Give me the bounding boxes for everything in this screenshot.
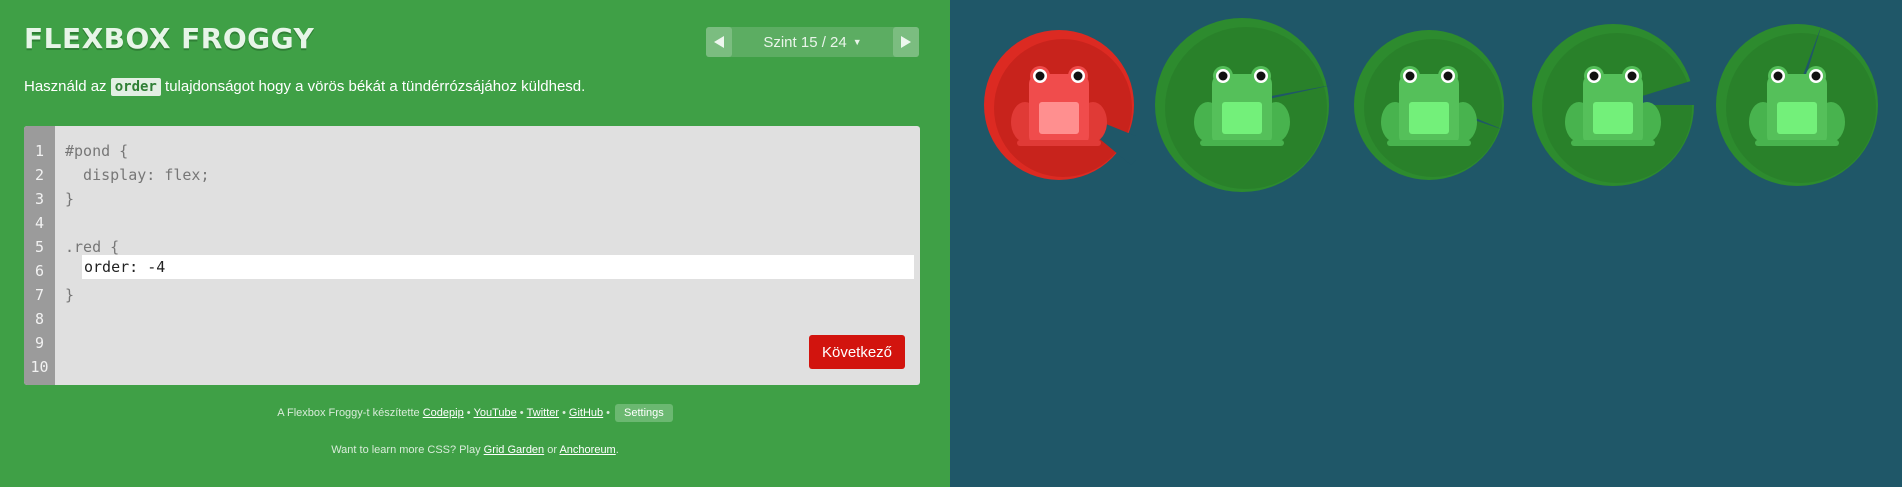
line-number: 10 [30,358,49,376]
line-number: 6 [34,262,45,280]
code-editor: 1 2 3 4 5 6 7 8 9 10 #pond { display: fl… [24,126,920,385]
instructions-text-start: Használd az [24,78,111,95]
more-css-promo: Want to learn more CSS? Play Grid Garden… [0,444,950,456]
line-number: 1 [34,142,45,160]
level-label: Szint 15 / 24 [763,33,847,51]
codepip-link[interactable]: Codepip [423,407,464,419]
green-frog [1369,52,1489,152]
twitter-link[interactable]: Twitter [527,407,559,419]
next-level-button[interactable] [893,27,919,57]
line-numbers: 1 2 3 4 5 6 7 8 9 10 [24,126,55,385]
next-button[interactable]: Következő [809,335,905,369]
instructions: Használd az order tulajdonságot hogy a v… [24,77,585,97]
separator: • [466,407,471,419]
level-selector[interactable]: Szint 15 / 24 ▼ [732,27,893,57]
line-number: 9 [34,334,45,352]
more-css-end: . [615,444,619,456]
green-frog [1553,52,1673,152]
code-area: #pond { display: flex; } .red { } Követk… [55,126,920,385]
separator: • [562,407,566,419]
previous-level-button[interactable] [706,27,732,57]
triangle-left-icon [714,36,724,48]
instructions-text-end: tulajdonságot hogy a vörös békát a tündé… [160,78,586,95]
code-line: #pond { [65,142,129,160]
green-frog [1182,52,1302,152]
green-frog [1737,52,1857,152]
github-link[interactable]: GitHub [569,407,603,419]
line-number: 8 [34,310,45,328]
separator: • [519,407,524,419]
grid-garden-link[interactable]: Grid Garden [484,444,545,456]
caret-down-icon: ▼ [852,37,862,47]
pond [950,0,1902,487]
more-css-text: Want to learn more CSS? Play [331,444,481,456]
credits-prefix: A Flexbox Froggy-t készítette [277,407,420,419]
app-root: FLEXBOX FROGGY Szint 15 / 24 ▼ Használd … [0,0,1902,487]
code-line: } [65,286,75,304]
sidebar: FLEXBOX FROGGY Szint 15 / 24 ▼ Használd … [0,0,950,487]
line-number: 5 [34,238,45,256]
separator: • [606,407,611,419]
code-line: display: flex; [65,166,210,184]
line-number: 2 [34,166,45,184]
youtube-link[interactable]: YouTube [474,407,517,419]
level-navigation: Szint 15 / 24 ▼ [706,27,919,57]
property-keyword: order [110,78,161,96]
line-number: 7 [34,286,45,304]
settings-button[interactable]: Settings [615,404,673,422]
triangle-right-icon [901,36,911,48]
anchoreum-link[interactable]: Anchoreum [559,444,615,456]
page-title: FLEXBOX FROGGY [24,22,315,55]
more-css-or: or [547,444,558,456]
red-frog [999,52,1119,152]
line-number: 3 [34,190,45,208]
credits: A Flexbox Froggy-t készítette Codepip • Yo… [0,404,950,422]
line-number: 4 [34,214,45,232]
css-code-input[interactable] [82,255,914,279]
code-line: } [65,190,75,208]
